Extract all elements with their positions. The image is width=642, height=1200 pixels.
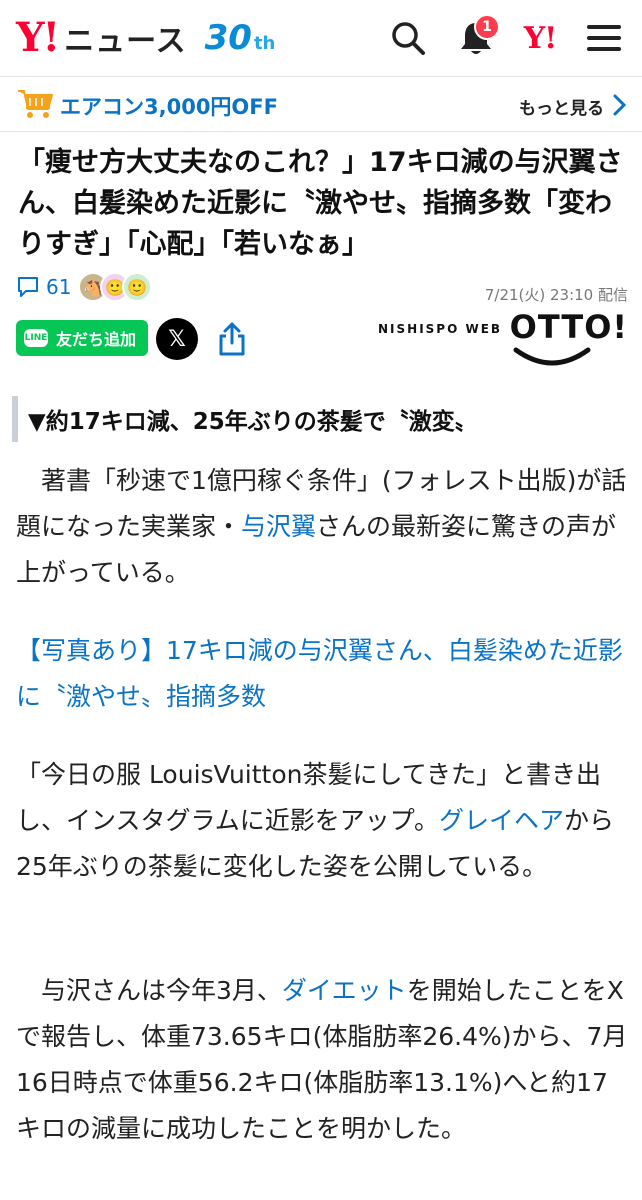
promo-text[interactable]: エアコン3,000円OFF xyxy=(60,91,278,121)
paragraph-3: 与沢さんは今年3月、ダイエットを開始したことをXで報告し、体重73.65キロ(体… xyxy=(16,968,628,1152)
line-add-friend-button[interactable]: LINE 友だち追加 xyxy=(16,320,149,356)
comments-link[interactable]: 61 xyxy=(16,275,71,299)
publisher-name-small: NISHISPO WEB xyxy=(378,322,503,336)
share-button[interactable] xyxy=(212,318,252,360)
share-icon xyxy=(219,322,245,356)
x-icon: 𝕏 xyxy=(168,326,186,352)
comment-icon xyxy=(18,277,38,297)
logo-y-mark: Y! xyxy=(16,14,60,61)
publisher-name-big: OTTO! xyxy=(509,308,628,346)
search-button[interactable] xyxy=(386,16,430,60)
logo-30-number: 30 xyxy=(204,18,252,58)
commenter-avatars[interactable]: 🐴 🙂 🙂 xyxy=(78,272,152,302)
notifications-button[interactable]: 1 xyxy=(454,14,500,60)
p3-text-a: 与沢さんは今年3月、 xyxy=(16,976,282,1005)
smile-icon xyxy=(513,347,591,366)
notification-badge: 1 xyxy=(474,14,500,40)
avatar-smile-green: 🙂 xyxy=(122,272,152,302)
publisher-logo[interactable]: NISHISPO WEB OTTO! xyxy=(378,308,628,370)
x-share-button[interactable]: 𝕏 xyxy=(156,318,198,360)
line-icon: LINE xyxy=(24,329,48,347)
shopping-cart-icon xyxy=(18,90,53,118)
comment-count: 61 xyxy=(46,275,72,299)
line-button-label: 友だち追加 xyxy=(56,330,137,349)
yahoo-japan-logo: Y! xyxy=(523,20,558,56)
yahoo-japan-button[interactable]: Y! xyxy=(518,16,562,60)
logo-th: th xyxy=(253,33,276,54)
promo-more-link[interactable]: もっと見る xyxy=(519,94,604,119)
paragraph-2: 「今日の服 LouisVuitton茶髪にしてきた」と書き出し、インスタグラムに… xyxy=(16,752,628,890)
menu-icon xyxy=(587,25,621,51)
yahoo-news-logo[interactable]: Y! ニュース 30th xyxy=(16,16,275,60)
photo-link[interactable]: 【写真あり】17キロ減の与沢翼さん、白髪染めた近影に〝激やせ〟指摘多数 xyxy=(16,628,628,720)
p2-grayhair-link[interactable]: グレイヘア xyxy=(439,806,564,835)
publish-date: 7/21(火) 23:10 配信 xyxy=(484,286,628,304)
chevron-right-icon xyxy=(613,94,627,116)
section-subheading: ▼約17キロ減、25年ぶりの茶髪で〝激変〟 xyxy=(12,396,630,442)
app-header: Y! ニュース 30th 1 Y! xyxy=(0,0,642,76)
p3-diet-link[interactable]: ダイエット xyxy=(282,976,407,1005)
p1-person-link[interactable]: 与沢翼 xyxy=(241,512,316,541)
paragraph-1: 著書「秒速で1億円稼ぐ条件」(フォレスト出版)が話題になった実業家・与沢翼さんの… xyxy=(16,458,628,596)
logo-news-text: ニュース xyxy=(64,24,187,59)
search-icon xyxy=(392,22,425,55)
logo-30th: 30th xyxy=(205,21,276,55)
promo-banner[interactable]: エアコン3,000円OFF もっと見る xyxy=(0,76,642,132)
menu-button[interactable] xyxy=(582,16,626,60)
article-title: 「痩せ方大丈夫なのこれ？」17キロ減の与沢翼さん、白髪染めた近影に〝激やせ〟指摘… xyxy=(18,147,623,260)
